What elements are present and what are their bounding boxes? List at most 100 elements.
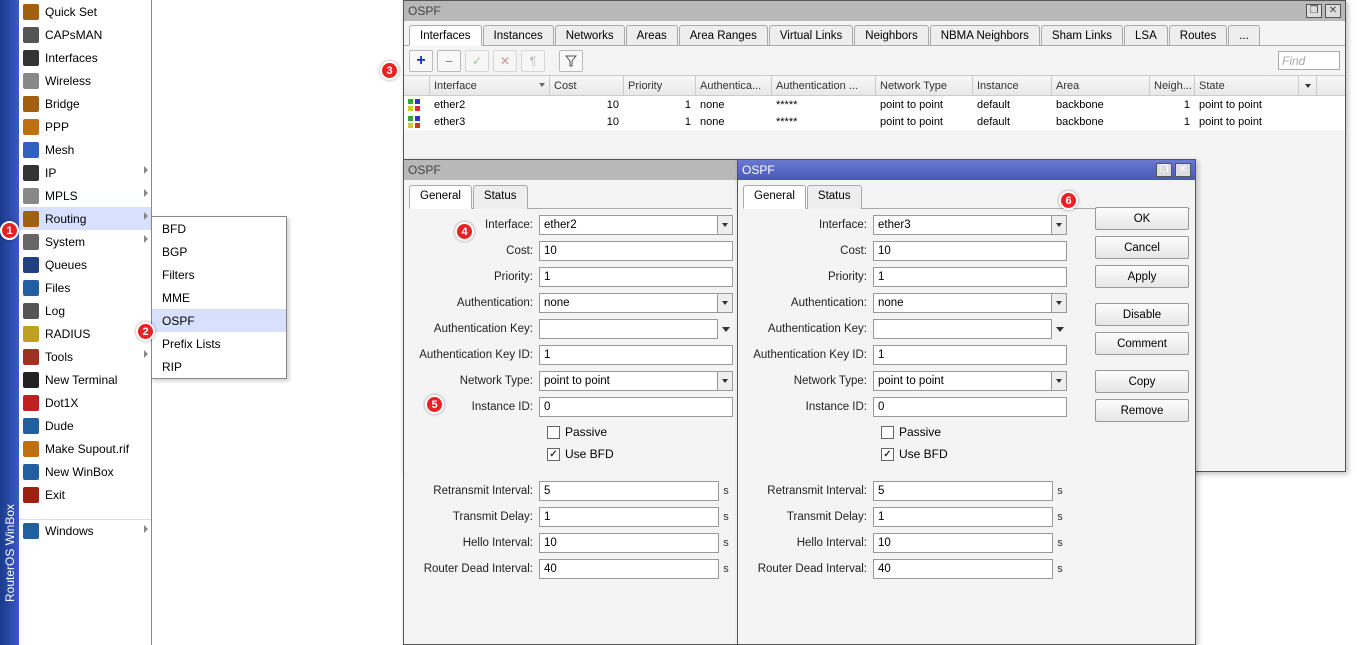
close-icon[interactable]: ✕ [1175,163,1191,177]
dlg-tab-status[interactable]: Status [473,185,528,209]
input-transmit-delay[interactable]: 1 [873,507,1053,527]
menu-quick-set[interactable]: Quick Set [19,0,151,23]
input-instance-id[interactable]: 0 [873,397,1067,417]
dlg-tab-general[interactable]: General [409,185,472,209]
tab-area-ranges[interactable]: Area Ranges [679,25,768,45]
submenu-mme[interactable]: MME [152,286,286,309]
input-cost[interactable]: 10 [873,241,1067,261]
dropdown-icon[interactable] [1052,371,1067,391]
comment-button[interactable]: Comment [1095,332,1189,355]
menu-mesh[interactable]: Mesh [19,138,151,161]
tab-nbma-neighbors[interactable]: NBMA Neighbors [930,25,1040,45]
input-instance-id[interactable]: 0 [539,397,733,417]
input-priority[interactable]: 1 [539,267,733,287]
dropdown-icon[interactable] [718,293,733,313]
menu-routing[interactable]: Routing [19,207,151,230]
input-authentication[interactable]: none [873,293,1052,313]
dlg-tab-general[interactable]: General [743,185,806,209]
menu-make-supout-rif[interactable]: Make Supout.rif [19,437,151,460]
submenu-bgp[interactable]: BGP [152,240,286,263]
filter-button[interactable] [559,50,583,72]
ospf-titlebar[interactable]: OSPF ❐ ✕ [404,1,1345,21]
tab-virtual-links[interactable]: Virtual Links [769,25,853,45]
input-router-dead-interval[interactable]: 40 [873,559,1053,579]
input-authentication-key-id[interactable]: 1 [873,345,1067,365]
col-auth[interactable]: Authentica... [696,76,772,95]
col-state[interactable]: State [1195,76,1299,95]
tab-neighbors[interactable]: Neighbors [854,25,928,45]
input-interface[interactable]: ether3 [873,215,1052,235]
input-authentication-key[interactable] [873,319,1052,339]
submenu-filters[interactable]: Filters [152,263,286,286]
add-button[interactable]: + [409,50,433,72]
menu-mpls[interactable]: MPLS [19,184,151,207]
input-network-type[interactable]: point to point [873,371,1052,391]
col-iface[interactable]: Interface [430,76,550,95]
cancel-button[interactable]: Cancel [1095,236,1189,259]
input-network-type[interactable]: point to point [539,371,718,391]
menu-files[interactable]: Files [19,276,151,299]
menu-capsman[interactable]: CAPsMAN [19,23,151,46]
submenu-bfd[interactable]: BFD [152,217,286,240]
close-icon[interactable]: ✕ [1325,4,1341,18]
menu-new-winbox[interactable]: New WinBox [19,460,151,483]
menu-tools[interactable]: Tools [19,345,151,368]
input-authentication-key[interactable] [539,319,718,339]
enable-button[interactable]: ✓ [465,50,489,72]
input-authentication-key-id[interactable]: 1 [539,345,733,365]
tab-interfaces[interactable]: Interfaces [409,25,482,46]
tab-lsa[interactable]: LSA [1124,25,1168,45]
tab-routes[interactable]: Routes [1169,25,1227,45]
menu-log[interactable]: Log [19,299,151,322]
input-router-dead-interval[interactable]: 40 [539,559,719,579]
menu-dot1x[interactable]: Dot1X [19,391,151,414]
dropdown-icon[interactable] [718,371,733,391]
input-hello-interval[interactable]: 10 [539,533,719,553]
input-retransmit-interval[interactable]: 5 [873,481,1053,501]
dlg-tab-status[interactable]: Status [807,185,862,209]
menu-bridge[interactable]: Bridge [19,92,151,115]
menu-exit[interactable]: Exit [19,483,151,506]
col-authkey[interactable]: Authentication ... [772,76,876,95]
menu-radius[interactable]: RADIUS [19,322,151,345]
dropdown-icon[interactable] [1052,293,1067,313]
tab--[interactable]: ... [1228,25,1260,45]
disable-button[interactable]: ✕ [493,50,517,72]
col-neigh[interactable]: Neigh... [1150,76,1195,95]
input-priority[interactable]: 1 [873,267,1067,287]
input-transmit-delay[interactable]: 1 [539,507,719,527]
restore-icon[interactable]: ❐ [1156,163,1172,177]
menu-windows[interactable]: Windows [19,519,151,542]
menu-ip[interactable]: IP [19,161,151,184]
dropdown-icon[interactable] [1052,327,1067,332]
col-flag[interactable] [404,76,430,95]
col-ntype[interactable]: Network Type [876,76,973,95]
dialog-titlebar[interactable]: OSPF ❐✕ [738,160,1195,180]
checkbox-use-bfd[interactable] [881,448,894,461]
table-row[interactable]: ether3101none*****point to pointdefaultb… [404,113,1345,130]
submenu-rip[interactable]: RIP [152,355,286,378]
col-cost[interactable]: Cost [550,76,624,95]
checkbox-use-bfd[interactable] [547,448,560,461]
col-area[interactable]: Area [1052,76,1150,95]
checkbox-passive[interactable] [547,426,560,439]
tab-networks[interactable]: Networks [555,25,625,45]
copy-button[interactable]: Copy [1095,370,1189,393]
dropdown-icon[interactable] [718,215,733,235]
menu-wireless[interactable]: Wireless [19,69,151,92]
tab-areas[interactable]: Areas [626,25,678,45]
tab-instances[interactable]: Instances [483,25,554,45]
input-interface[interactable]: ether2 [539,215,718,235]
column-picker-icon[interactable] [1305,84,1311,88]
ok-button[interactable]: OK [1095,207,1189,230]
restore-icon[interactable]: ❐ [1306,4,1322,18]
menu-dude[interactable]: Dude [19,414,151,437]
input-hello-interval[interactable]: 10 [873,533,1053,553]
checkbox-passive[interactable] [881,426,894,439]
menu-interfaces[interactable]: Interfaces [19,46,151,69]
dialog-titlebar[interactable]: OSPF [404,160,737,180]
menu-system[interactable]: System [19,230,151,253]
dropdown-icon[interactable] [718,327,733,332]
dropdown-icon[interactable] [1052,215,1067,235]
tab-sham-links[interactable]: Sham Links [1041,25,1123,45]
